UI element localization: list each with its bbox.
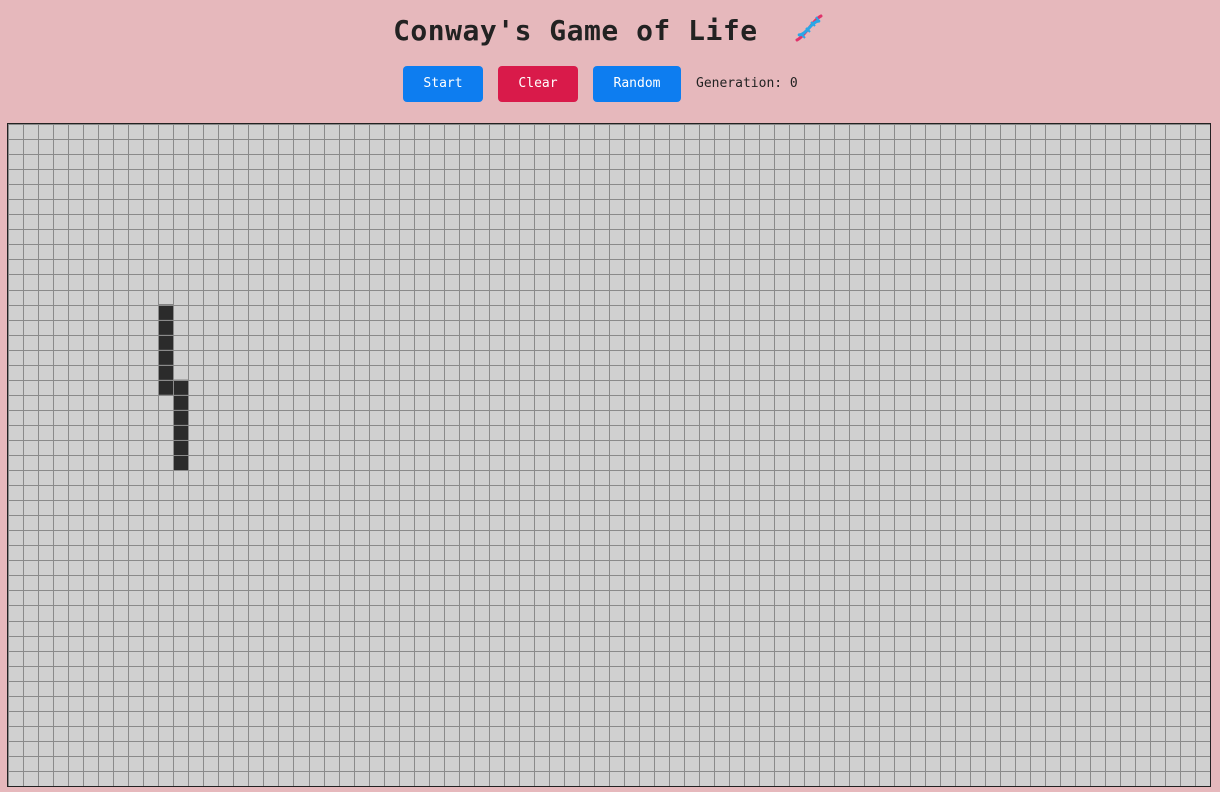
live-cell[interactable]: [158, 334, 174, 350]
live-cell[interactable]: [173, 455, 189, 471]
live-cell[interactable]: [173, 424, 189, 440]
start-button[interactable]: Start: [403, 66, 483, 102]
live-cell[interactable]: [173, 394, 189, 410]
live-cell[interactable]: [173, 409, 189, 425]
live-cell[interactable]: [158, 349, 174, 365]
live-cell[interactable]: [158, 319, 174, 335]
title-text: Conway's Game of Life: [393, 14, 758, 47]
live-cell[interactable]: [158, 304, 174, 320]
dna-icon: [791, 10, 827, 46]
page-title: Conway's Game of Life: [0, 14, 1220, 50]
clear-button[interactable]: Clear: [498, 66, 578, 102]
generation-counter: Generation: 0: [696, 76, 798, 91]
live-cell[interactable]: [158, 379, 174, 395]
live-cell[interactable]: [173, 379, 189, 395]
board-grid[interactable]: [8, 124, 1210, 786]
live-cell[interactable]: [158, 364, 174, 380]
header: Conway's Game of Life Start Clear Random…: [0, 0, 1220, 120]
game-board[interactable]: [7, 123, 1211, 787]
random-button[interactable]: Random: [593, 66, 681, 102]
live-cell[interactable]: [173, 439, 189, 455]
